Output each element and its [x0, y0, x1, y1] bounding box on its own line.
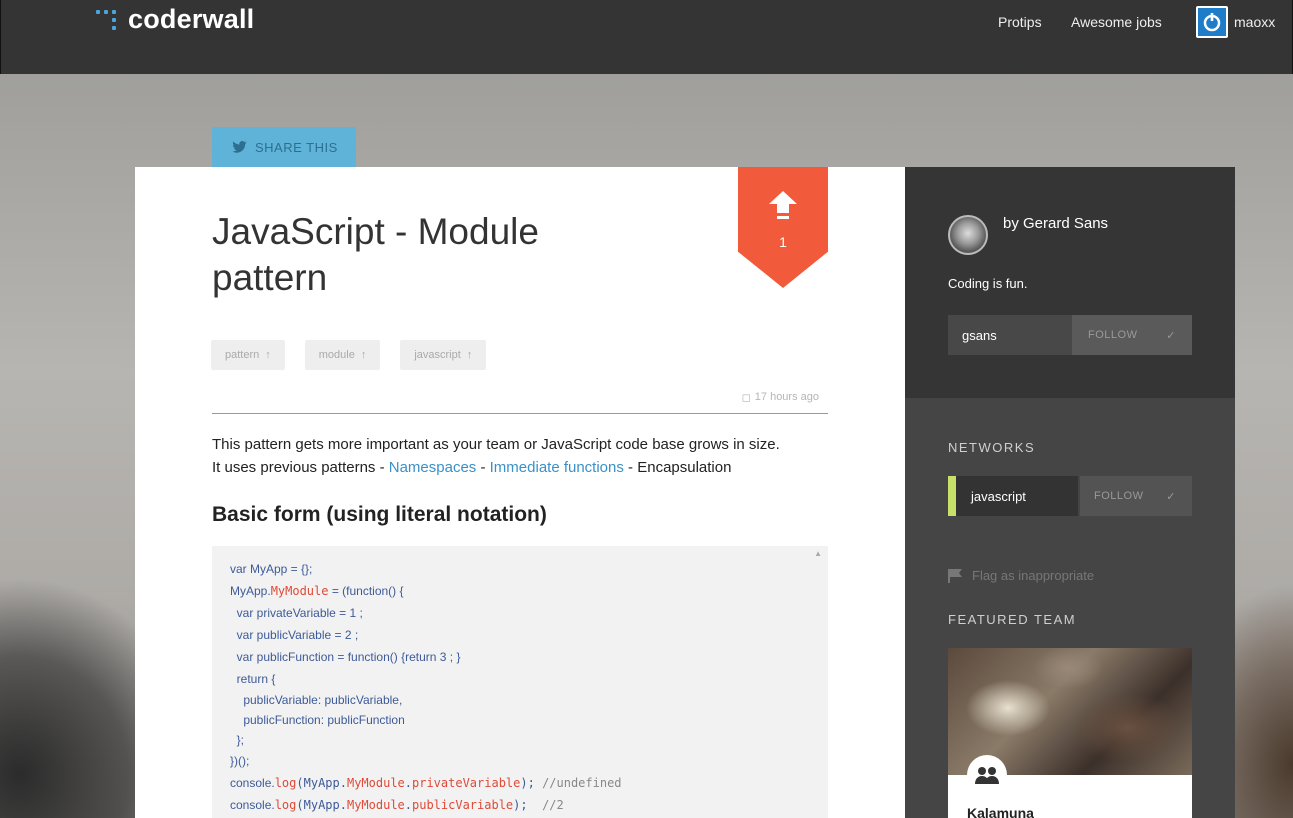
flag-label: Flag as inappropriate [972, 568, 1095, 583]
code-line: var publicVariable = 2 ; [230, 628, 359, 642]
code-line: return { [230, 672, 276, 686]
tag-label: module [318, 349, 355, 361]
code-token: privateVariable [412, 776, 521, 790]
code-token: console. [230, 798, 275, 812]
code-line: })(); [230, 754, 250, 768]
code-token: (MyApp. [296, 776, 347, 790]
separator: - [623, 459, 638, 476]
code-token: log [274, 776, 297, 790]
upvote-count: 1 [779, 234, 787, 250]
author-panel: by Gerard Sans Coding is fun. gsans FOLL… [905, 167, 1235, 398]
divider [212, 413, 828, 414]
intro-line-1: This pattern gets more important as your… [212, 436, 780, 453]
scroll-up-icon[interactable]: ▲ [814, 549, 822, 558]
tag-pattern[interactable]: pattern ↑ [211, 340, 285, 370]
clock-icon: ◻ [741, 392, 751, 404]
code-comment: //2 [534, 798, 564, 812]
code-line: console.log(MyApp.MyModule.privateVariab… [230, 772, 810, 794]
code-token: ); [513, 798, 535, 812]
tag-label: pattern [225, 349, 260, 361]
follow-network-button[interactable]: FOLLOW ✓ [1080, 476, 1192, 516]
code-token: publicVariable [412, 798, 514, 812]
code-token: log [274, 798, 297, 812]
power-icon [1203, 13, 1221, 32]
separator: - [476, 459, 490, 476]
code-line: publicVariable: publicVariable, [230, 693, 403, 707]
article-intro: This pattern gets more important as your… [212, 433, 832, 479]
code-line: publicFunction: publicFunction [230, 713, 405, 727]
top-navbar: coderwall Protips Awesome jobs maoxx [0, 0, 1293, 74]
code-token: . [404, 776, 412, 790]
code-token: MyModule [270, 584, 329, 598]
follow-label: FOLLOW [1094, 490, 1144, 502]
tag-arrow-icon: ↑ [466, 349, 473, 361]
author-follow-box: gsans FOLLOW ✓ [948, 315, 1192, 355]
code-token: MyApp. [230, 584, 271, 598]
code-token: MyModule [346, 798, 405, 812]
code-token: console. [230, 776, 275, 790]
article-title: JavaScript - Module pattern [212, 211, 539, 298]
intro-suffix: Encapsulation [637, 459, 732, 476]
twitter-icon [232, 141, 247, 153]
nav-link-awesome-jobs[interactable]: Awesome jobs [1071, 14, 1162, 30]
intro-prefix: It uses previous patterns - [212, 459, 389, 476]
timestamp-text: 17 hours ago [754, 391, 819, 403]
code-line: MyApp.MyModule = (function() { [230, 580, 810, 602]
author-handle[interactable]: gsans [948, 315, 1072, 355]
team-badge [967, 755, 1007, 795]
code-token: (MyApp. [296, 798, 347, 812]
intro-line-2: It uses previous patterns - Namespaces -… [212, 456, 832, 479]
logo[interactable]: coderwall [96, 4, 254, 35]
code-line: var publicFunction = function() {return … [230, 650, 461, 664]
link-immediate-functions[interactable]: Immediate functions [490, 459, 624, 476]
share-this-button[interactable]: SHARE THIS [212, 127, 356, 167]
logo-dots-icon [96, 8, 120, 32]
share-this-label: SHARE THIS [255, 139, 338, 155]
network-name[interactable]: javascript [948, 476, 1078, 516]
team-icon [975, 767, 999, 784]
article-card: JavaScript - Module pattern 1 pattern ↑ … [135, 167, 905, 818]
tag-label: javascript [414, 349, 461, 361]
upvote-button[interactable]: 1 [738, 167, 828, 288]
section-heading: Basic form (using literal notation) [212, 503, 547, 526]
check-icon: ✓ [1166, 329, 1176, 342]
tag-javascript[interactable]: javascript ↑ [400, 340, 487, 370]
code-comment: //undefined [542, 776, 622, 790]
link-namespaces[interactable]: Namespaces [389, 459, 477, 476]
code-token: = (function() { [328, 584, 404, 598]
code-block[interactable]: ▲ var MyApp = {}; MyApp.MyModule = (func… [212, 546, 828, 818]
featured-team-label: FEATURED TEAM [948, 612, 1077, 627]
tag-list: pattern ↑ module ↑ javascript ↑ [211, 340, 487, 370]
logo-text: coderwall [128, 4, 255, 34]
code-line: }; [230, 733, 245, 747]
arrow-up-icon [769, 191, 797, 219]
follow-label: FOLLOW [1088, 329, 1138, 341]
follow-author-button[interactable]: FOLLOW ✓ [1072, 315, 1192, 355]
tag-arrow-icon: ↑ [265, 349, 271, 361]
tag-module[interactable]: module ↑ [304, 340, 381, 370]
post-timestamp: ◻ 17 hours ago [735, 391, 819, 404]
author-avatar[interactable] [948, 215, 988, 255]
code-token: ); [520, 776, 543, 790]
author-name[interactable]: by Gerard Sans [1003, 215, 1108, 232]
network-item: javascript FOLLOW ✓ [948, 476, 1192, 516]
featured-team-name[interactable]: Kalamuna [967, 805, 1034, 818]
code-line: var MyApp = {}; [230, 562, 313, 576]
code-token: MyModule [346, 776, 405, 790]
flag-icon [948, 568, 962, 583]
author-bio: Coding is fun. [948, 276, 1028, 291]
user-avatar[interactable] [1196, 6, 1228, 38]
flag-link[interactable]: Flag as inappropriate [948, 568, 1094, 583]
tag-arrow-icon: ↑ [360, 349, 367, 361]
nav-username[interactable]: maoxx [1234, 14, 1275, 30]
sidebar-panel: NETWORKS javascript FOLLOW ✓ Flag as ina… [905, 398, 1235, 818]
code-token: . [404, 798, 412, 812]
check-icon: ✓ [1166, 490, 1176, 503]
code-line: console.log(MyApp.MyModule.publicVariabl… [230, 794, 810, 816]
code-line: var privateVariable = 1 ; [230, 606, 363, 620]
nav-link-protips[interactable]: Protips [998, 14, 1042, 30]
networks-label: NETWORKS [948, 440, 1036, 455]
